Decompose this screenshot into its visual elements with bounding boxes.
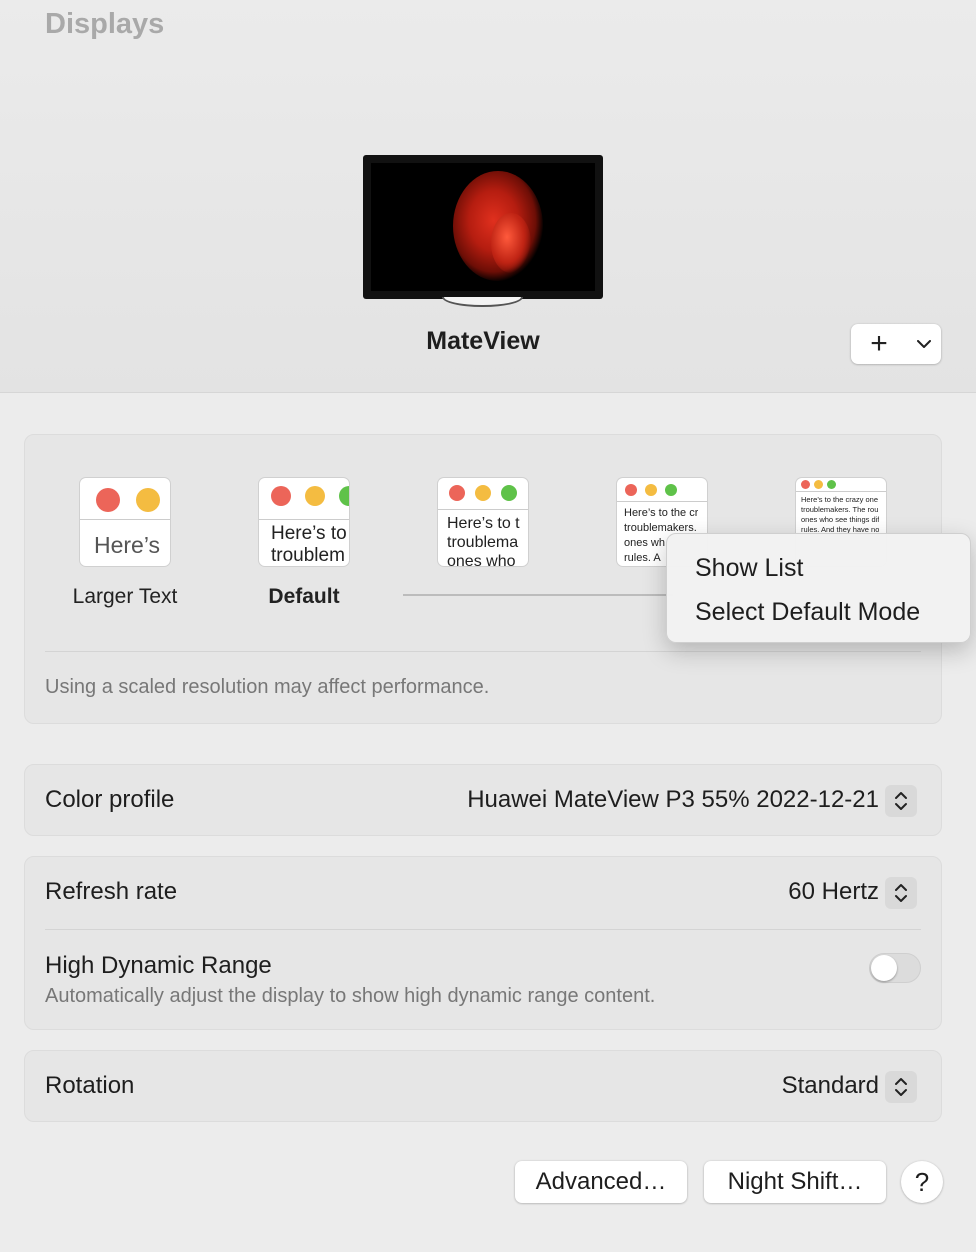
rotation-value[interactable]: Standard bbox=[782, 1072, 879, 1100]
monitor-stand bbox=[442, 297, 523, 307]
thumb-preview-text: Here’s to troublem bbox=[271, 523, 347, 566]
monitor-wallpaper bbox=[371, 163, 595, 291]
color-profile-value[interactable]: Huawei MateView P3 55% 2022-12-21 bbox=[467, 786, 879, 814]
thumb-preview-text: Here’s to the crazy one troublemakers. T… bbox=[801, 495, 879, 535]
toggle-knob bbox=[871, 955, 897, 981]
close-dot-icon bbox=[449, 485, 465, 501]
hdr-description: Automatically adjust the display to show… bbox=[45, 985, 656, 1007]
thumb-preview-text: Here’s to t troublema ones who bbox=[447, 514, 520, 566]
zoom-dot-icon bbox=[339, 486, 349, 506]
resolution-option-3[interactable]: Here’s to t troublema ones who bbox=[438, 478, 528, 566]
close-dot-icon bbox=[96, 488, 120, 512]
thumb-title-bar bbox=[259, 478, 349, 520]
help-button[interactable]: ? bbox=[901, 1161, 943, 1203]
advanced-button[interactable]: Advanced… bbox=[515, 1161, 687, 1203]
divider bbox=[45, 929, 921, 930]
preview-line: troublemakers. The rou bbox=[801, 505, 879, 514]
thumb-preview-text: Here’s bbox=[94, 532, 161, 558]
color-profile-label: Color profile bbox=[45, 786, 175, 813]
preview-line: troublema bbox=[447, 534, 519, 551]
preview-line: ones who see things dif bbox=[801, 515, 880, 524]
thumb-title-bar bbox=[438, 478, 528, 510]
zoom-dot-icon bbox=[501, 485, 517, 501]
thumb-title-bar bbox=[617, 478, 707, 502]
chevron-down-icon[interactable] bbox=[907, 339, 941, 349]
wallpaper-fish-fin bbox=[491, 213, 531, 273]
refresh-rate-label: Refresh rate bbox=[45, 878, 178, 905]
thumb-title-bar bbox=[796, 478, 886, 492]
plus-icon[interactable]: + bbox=[851, 324, 907, 364]
minimize-dot-icon bbox=[814, 480, 823, 489]
divider bbox=[45, 651, 921, 652]
refresh-hdr-card: Refresh rate 60 Hertz High Dynamic Range… bbox=[24, 856, 942, 1030]
up-down-chevron-icon[interactable] bbox=[885, 785, 917, 817]
zoom-dot-icon bbox=[665, 484, 677, 496]
night-shift-button[interactable]: Night Shift… bbox=[704, 1161, 886, 1203]
resolution-option-default[interactable]: Here’s to troublem bbox=[259, 478, 349, 566]
hdr-label: High Dynamic Range bbox=[45, 952, 272, 979]
refresh-rate-value[interactable]: 60 Hertz bbox=[788, 878, 879, 906]
menu-item-show-list[interactable]: Show List bbox=[667, 550, 970, 594]
hdr-toggle[interactable] bbox=[869, 953, 921, 983]
rotation-label: Rotation bbox=[45, 1072, 135, 1099]
zoom-dot-icon bbox=[827, 480, 836, 489]
add-display-control[interactable]: + bbox=[851, 324, 941, 364]
display-arrangement-area: Displays MateView + bbox=[0, 0, 976, 393]
minimize-dot-icon bbox=[645, 484, 657, 496]
monitor-icon[interactable] bbox=[363, 155, 603, 299]
minimize-dot-icon bbox=[136, 488, 160, 512]
minimize-dot-icon bbox=[475, 485, 491, 501]
close-dot-icon bbox=[271, 486, 291, 506]
window-title: Displays bbox=[45, 8, 165, 40]
resolution-label-selected: Default bbox=[268, 585, 340, 608]
preview-line: troublem bbox=[271, 545, 345, 566]
color-profile-card: Color profile Huawei MateView P3 55% 202… bbox=[24, 764, 942, 836]
preview-line: Here’s to the crazy one bbox=[801, 495, 878, 504]
thumb-title-bar bbox=[80, 478, 170, 520]
up-down-chevron-icon[interactable] bbox=[885, 877, 917, 909]
close-dot-icon bbox=[625, 484, 637, 496]
preview-line: Here’s to bbox=[271, 523, 347, 544]
display-name: MateView bbox=[426, 327, 540, 355]
rotation-card: Rotation Standard bbox=[24, 1050, 942, 1122]
up-down-chevron-icon[interactable] bbox=[885, 1071, 917, 1103]
resolution-scale-line bbox=[403, 594, 673, 596]
resolution-label: Larger Text bbox=[72, 585, 178, 608]
performance-note: Using a scaled resolution may affect per… bbox=[45, 676, 490, 698]
close-dot-icon bbox=[801, 480, 810, 489]
minimize-dot-icon bbox=[305, 486, 325, 506]
resolution-option-larger-text[interactable]: Here’s bbox=[80, 478, 170, 566]
preview-line: Here’s to the cr bbox=[624, 507, 699, 519]
preview-line: ones who bbox=[447, 553, 516, 566]
context-menu: Show List Select Default Mode bbox=[666, 533, 971, 643]
preview-line: Here’s to t bbox=[447, 515, 520, 532]
menu-item-select-default-mode[interactable]: Select Default Mode bbox=[667, 594, 970, 638]
